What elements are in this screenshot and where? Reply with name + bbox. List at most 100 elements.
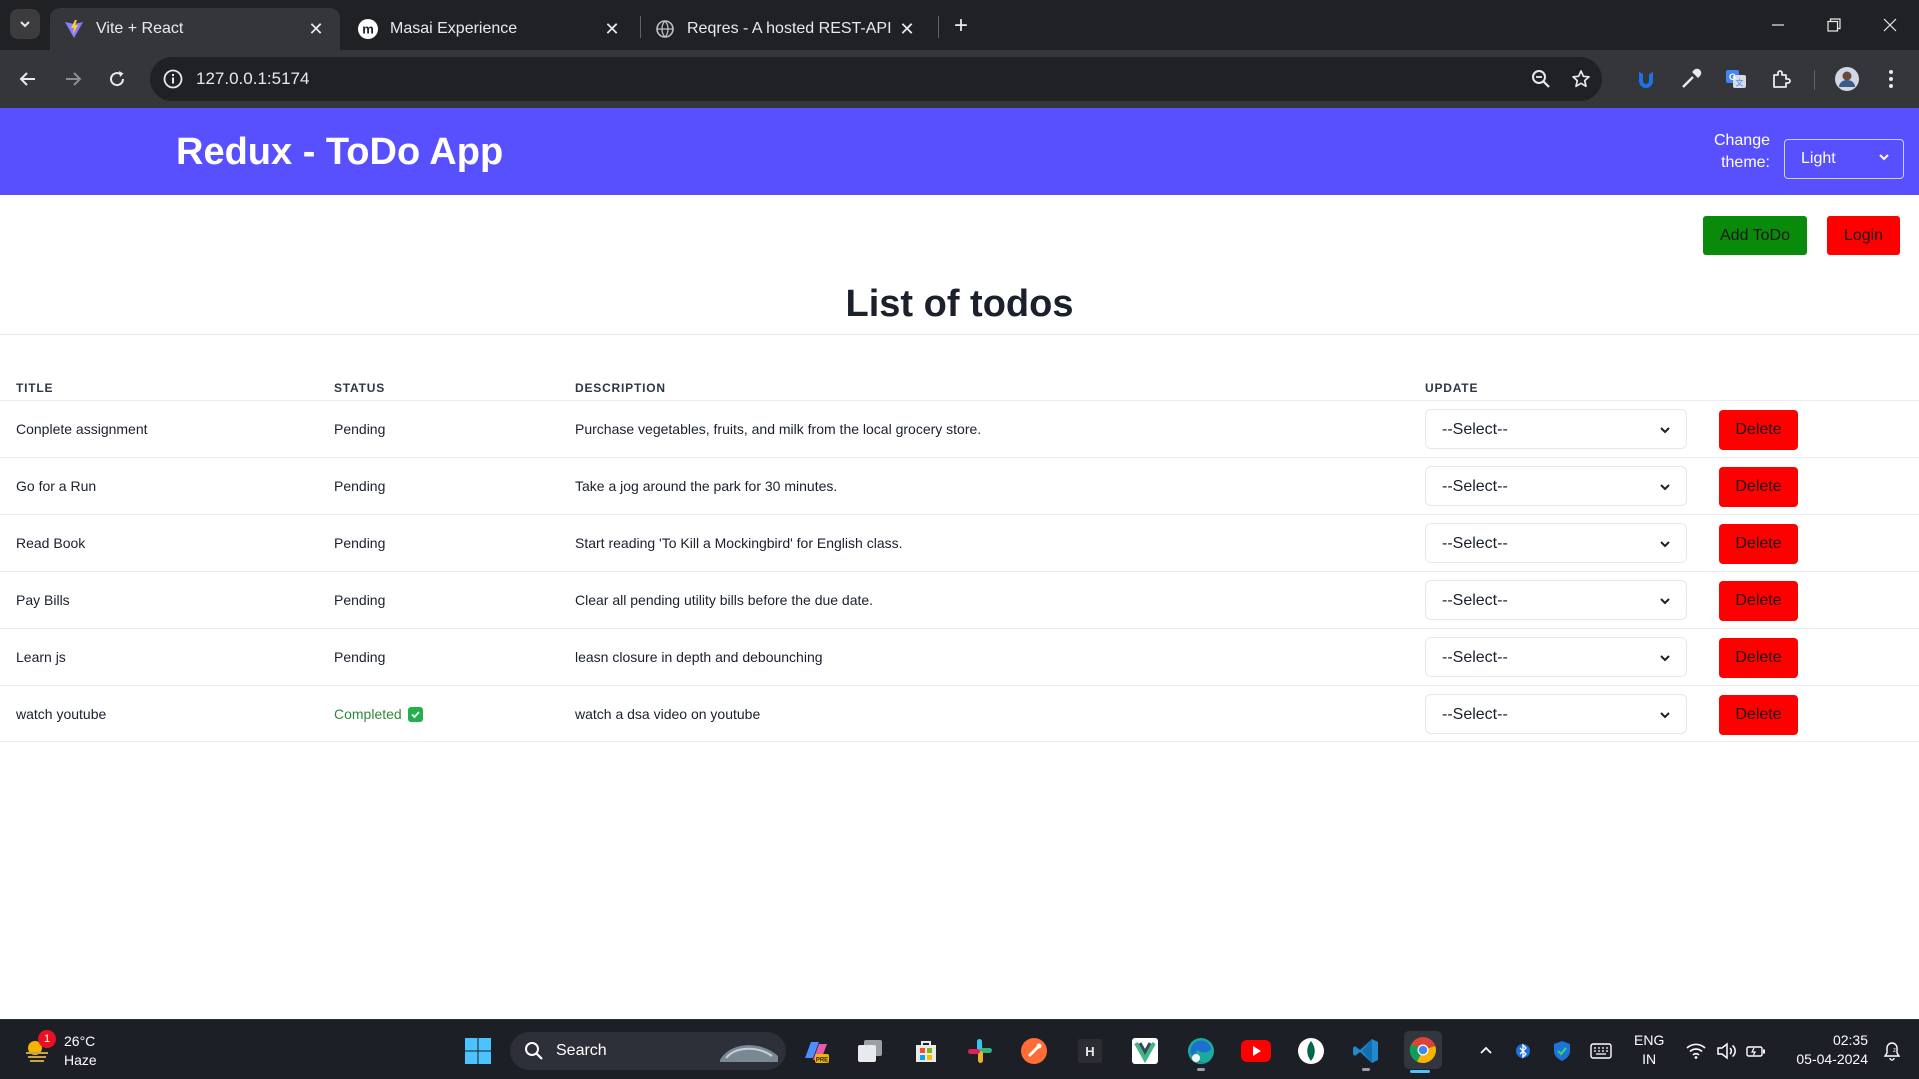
chevron-down-icon: [1879, 154, 1889, 161]
chevron-down-icon: [1660, 484, 1670, 491]
page-title: List of todos: [845, 283, 1074, 325]
slack-icon[interactable]: [964, 1035, 996, 1067]
delete-button[interactable]: Delete: [1719, 581, 1798, 621]
table-row: Pay Bills Pending Clear all pending util…: [0, 571, 1919, 628]
update-status-select[interactable]: --Select--: [1425, 580, 1687, 620]
theme-label: Change theme:: [1713, 132, 1770, 171]
tab-title: Masai Experience: [390, 20, 518, 37]
keyboard-icon[interactable]: [1588, 1039, 1614, 1063]
todo-status: Pending: [334, 592, 386, 608]
todo-status: Pending: [334, 421, 386, 437]
update-select-value: --Select--: [1442, 421, 1508, 438]
close-tab-icon[interactable]: ✕: [897, 19, 917, 39]
youtube-icon[interactable]: [1240, 1035, 1272, 1067]
clock-time: 02:35: [1832, 1032, 1868, 1048]
close-window-button[interactable]: [1862, 0, 1918, 50]
browser-menu-icon[interactable]: [1878, 66, 1904, 92]
new-tab-button[interactable]: +: [947, 12, 975, 40]
search-icon: [525, 1042, 543, 1060]
add-todo-button[interactable]: Add ToDo: [1703, 216, 1807, 255]
tab-masai[interactable]: m Masai Experience ✕: [344, 8, 636, 50]
todo-title: Pay Bills: [16, 592, 70, 608]
close-tab-icon[interactable]: ✕: [602, 19, 622, 39]
mongodb-compass-icon[interactable]: [1295, 1035, 1327, 1067]
clock[interactable]: 02:35 05-04-2024: [1784, 1031, 1868, 1069]
back-button[interactable]: [13, 64, 43, 94]
update-status-select[interactable]: --Select--: [1425, 466, 1687, 506]
windows-logo-icon: [465, 1038, 491, 1064]
profile-avatar[interactable]: [1834, 66, 1860, 92]
close-tab-icon[interactable]: ✕: [306, 19, 326, 39]
delete-button[interactable]: Delete: [1719, 695, 1798, 735]
theme-select[interactable]: Light: [1784, 139, 1904, 179]
weather-temperature: 26°C: [64, 1033, 96, 1049]
chrome-icon[interactable]: [1404, 1031, 1442, 1073]
task-view-icon[interactable]: [854, 1035, 886, 1067]
todo-description: Purchase vegetables, fruits, and milk fr…: [575, 421, 982, 437]
postman-icon[interactable]: [1018, 1035, 1050, 1067]
hyper-terminal-icon[interactable]: H: [1074, 1035, 1106, 1067]
delete-button[interactable]: Delete: [1719, 410, 1798, 450]
tab-search-button[interactable]: [10, 9, 40, 39]
running-indicator: [1362, 1068, 1370, 1071]
delete-button[interactable]: Delete: [1719, 638, 1798, 678]
reload-button[interactable]: [102, 64, 132, 94]
bluetooth-icon[interactable]: [1512, 1039, 1534, 1063]
notification-badge: 1: [38, 1030, 56, 1048]
bookmark-star-icon[interactable]: [1570, 68, 1592, 90]
chevron-down-icon: [1660, 427, 1670, 434]
column-header-status: STATUS: [334, 381, 386, 395]
address-bar[interactable]: 127.0.0.1:5174: [150, 57, 1602, 101]
update-status-select[interactable]: --Select--: [1425, 637, 1687, 677]
edge-browser-icon[interactable]: [1185, 1035, 1217, 1071]
wifi-icon[interactable]: [1684, 1039, 1708, 1063]
vpn-extension-icon[interactable]: [1633, 66, 1659, 92]
url-text[interactable]: 127.0.0.1:5174: [196, 69, 309, 89]
vscode-icon[interactable]: [1350, 1035, 1382, 1071]
masai-logo-icon: m: [358, 19, 378, 39]
chevron-down-icon: [20, 21, 30, 28]
color-picker-extension-icon[interactable]: [1678, 66, 1704, 92]
todo-description: Take a jog around the park for 30 minute…: [575, 478, 838, 494]
svg-text:文: 文: [1736, 78, 1744, 88]
vite-app-icon[interactable]: [1129, 1035, 1161, 1067]
zoom-icon[interactable]: [1530, 68, 1552, 90]
site-info-icon[interactable]: [162, 68, 184, 90]
forward-button[interactable]: [58, 64, 88, 94]
minimize-button[interactable]: [1750, 0, 1806, 50]
update-select-value: --Select--: [1442, 478, 1508, 495]
update-status-select[interactable]: --Select--: [1425, 409, 1687, 449]
tab-title: Reqres - A hosted REST-API rea: [687, 20, 897, 37]
login-button[interactable]: Login: [1827, 216, 1900, 255]
input-language-indicator[interactable]: ENG IN: [1634, 1031, 1664, 1069]
show-hidden-icons[interactable]: [1474, 1039, 1498, 1063]
update-status-select[interactable]: --Select--: [1425, 523, 1687, 563]
volume-icon[interactable]: [1714, 1039, 1738, 1063]
translate-extension-icon[interactable]: G文: [1723, 66, 1749, 92]
tab-reqres[interactable]: Reqres - A hosted REST-API rea ✕: [641, 8, 931, 50]
divider: [0, 334, 1919, 335]
update-status-select[interactable]: --Select--: [1425, 694, 1687, 734]
todo-status: Pending: [334, 535, 386, 551]
start-button[interactable]: [462, 1035, 494, 1067]
taskbar-search[interactable]: Search: [510, 1032, 786, 1070]
restore-button[interactable]: [1806, 0, 1862, 50]
update-select-value: --Select--: [1442, 706, 1508, 723]
theme-select-value: Light: [1801, 150, 1836, 167]
delete-button[interactable]: Delete: [1719, 467, 1798, 507]
chevron-up-icon: [1480, 1046, 1492, 1054]
copilot-app-icon[interactable]: PRE: [800, 1035, 832, 1067]
svg-text:m: m: [362, 22, 374, 37]
table-row: Read Book Pending Start reading 'To Kill…: [0, 514, 1919, 571]
tab-vite-react[interactable]: Vite + React ✕: [50, 8, 340, 50]
todo-title: Read Book: [16, 535, 86, 551]
extensions-puzzle-icon[interactable]: [1768, 66, 1794, 92]
store-icon[interactable]: [910, 1035, 942, 1067]
notification-center-icon[interactable]: z: [1880, 1039, 1904, 1063]
delete-button[interactable]: Delete: [1719, 524, 1798, 564]
battery-icon[interactable]: [1744, 1039, 1768, 1063]
weather-widget[interactable]: 1 26°C Haze: [20, 1030, 130, 1070]
column-header-title: TITLE: [16, 381, 54, 395]
security-shield-icon[interactable]: [1550, 1039, 1574, 1063]
todo-description: leasn closure in depth and debounching: [575, 649, 823, 665]
